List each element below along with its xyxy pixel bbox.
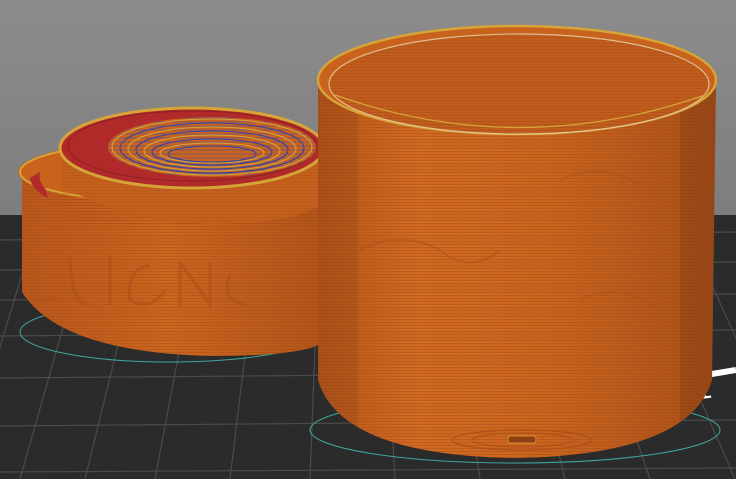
- svg-text:Ꮮ: Ꮮ: [30, 256, 57, 312]
- 3d-preview-scene[interactable]: VAL Ꮮ: [0, 0, 736, 479]
- cup-body[interactable]: [300, 24, 730, 470]
- gcode-preview-viewport[interactable]: VAL Ꮮ: [0, 0, 736, 479]
